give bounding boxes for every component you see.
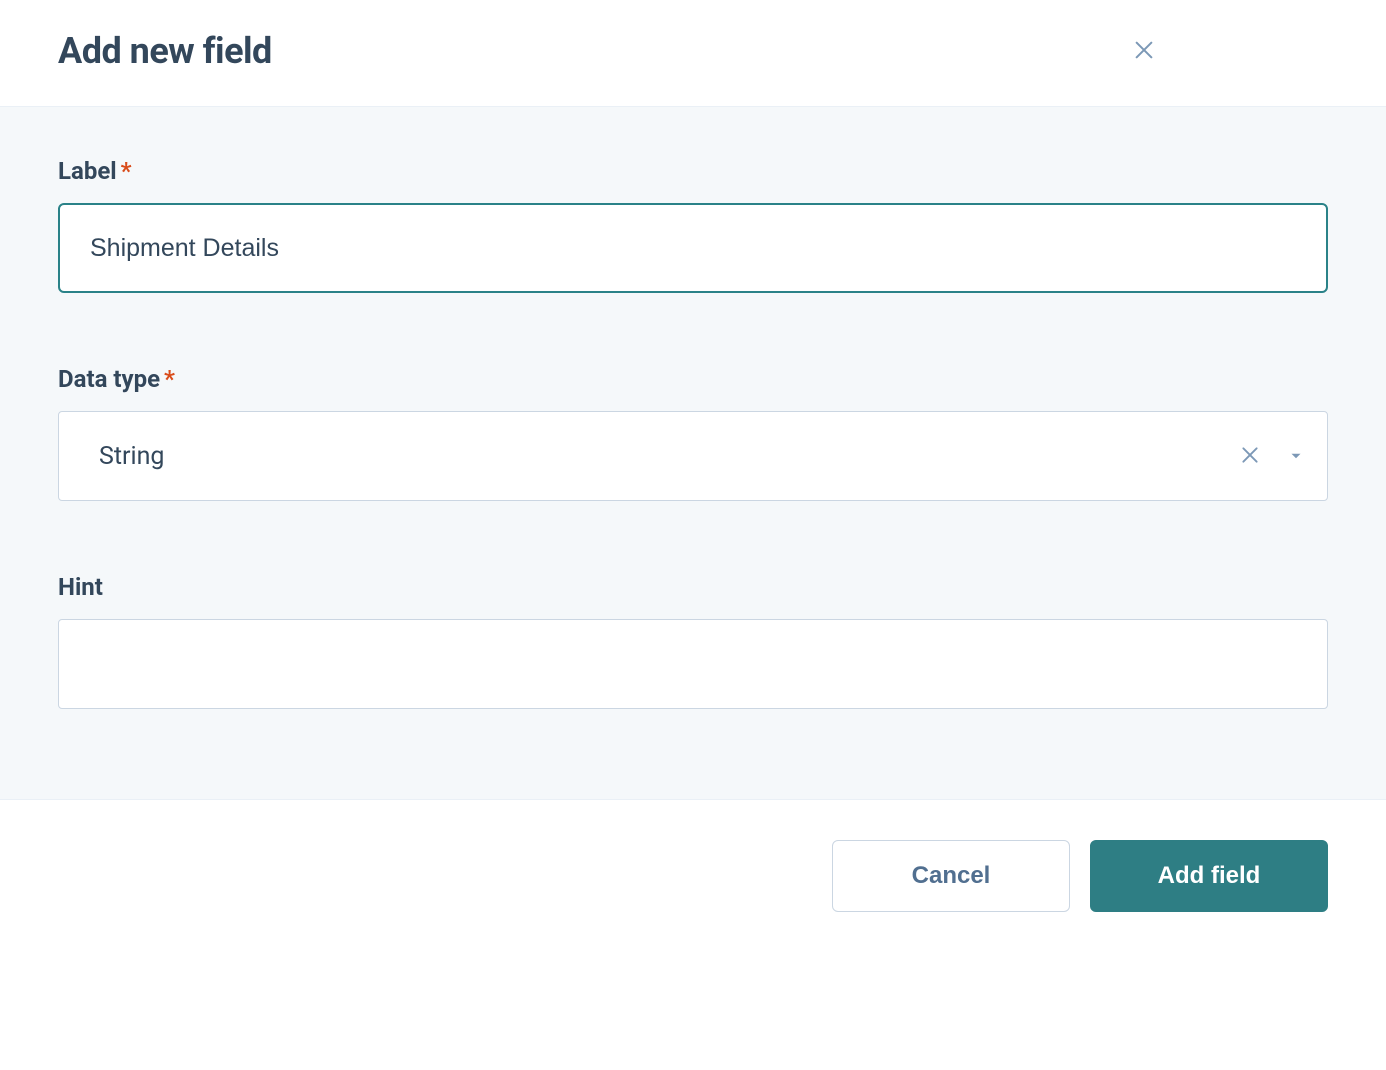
label-text: Hint [58,573,103,601]
required-indicator: * [164,365,175,393]
clear-selection-button[interactable] [1237,443,1263,469]
add-field-button[interactable]: Add field [1090,840,1328,912]
label-text: Data type [58,365,160,393]
close-button[interactable] [1130,37,1158,65]
close-icon [1133,39,1155,64]
close-icon [1240,445,1260,468]
dialog-header: Add new field [0,0,1386,106]
required-indicator: * [121,157,132,185]
label-text: Label [58,157,117,185]
cancel-button[interactable]: Cancel [832,840,1070,912]
data-type-selected-value: String [99,442,1237,471]
label-field-group: Label* [58,157,1328,293]
hint-input[interactable] [58,619,1328,709]
data-type-field-label: Data type* [58,365,1328,393]
add-field-dialog: Add new field Label* Data type* String [0,0,1386,952]
label-field-label: Label* [58,157,1328,185]
hint-field-label: Hint [58,573,1328,601]
hint-field-group: Hint [58,573,1328,709]
dialog-body: Label* Data type* String [0,106,1386,799]
dialog-title: Add new field [58,30,272,72]
data-type-select[interactable]: String [58,411,1328,501]
chevron-down-icon [1287,447,1305,465]
data-type-field-group: Data type* String [58,365,1328,501]
dialog-footer: Cancel Add field [0,799,1386,952]
label-input[interactable] [58,203,1328,293]
